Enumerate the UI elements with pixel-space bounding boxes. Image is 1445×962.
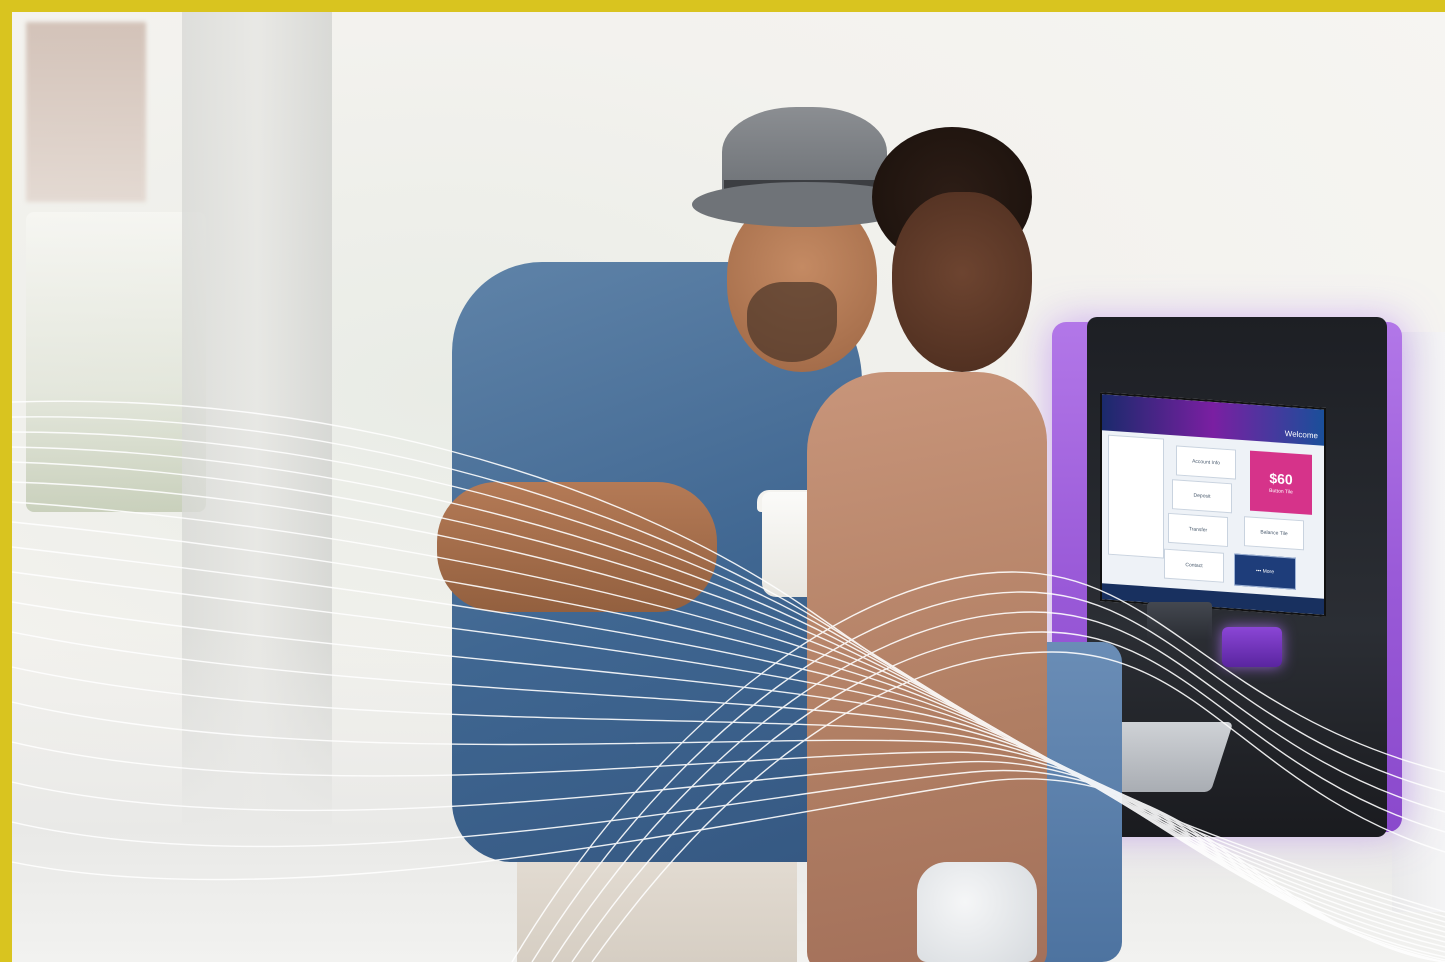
wave-line <box>12 601 1445 961</box>
wave-line <box>12 431 1445 923</box>
wave-line <box>12 400 1445 913</box>
wave-lines-decoration <box>12 400 1445 962</box>
wave-line <box>12 571 1445 958</box>
wave-line <box>12 701 1445 962</box>
wave-line <box>12 760 1445 962</box>
wave-line <box>12 666 1445 962</box>
wave-line <box>12 631 1445 962</box>
background-scene: Welcome Account Info Deposit Transfer Ba… <box>12 12 1445 962</box>
wave-line <box>12 461 1445 933</box>
wave-line <box>12 546 1445 953</box>
photo-frame: Welcome Account Info Deposit Transfer Ba… <box>0 0 1445 962</box>
